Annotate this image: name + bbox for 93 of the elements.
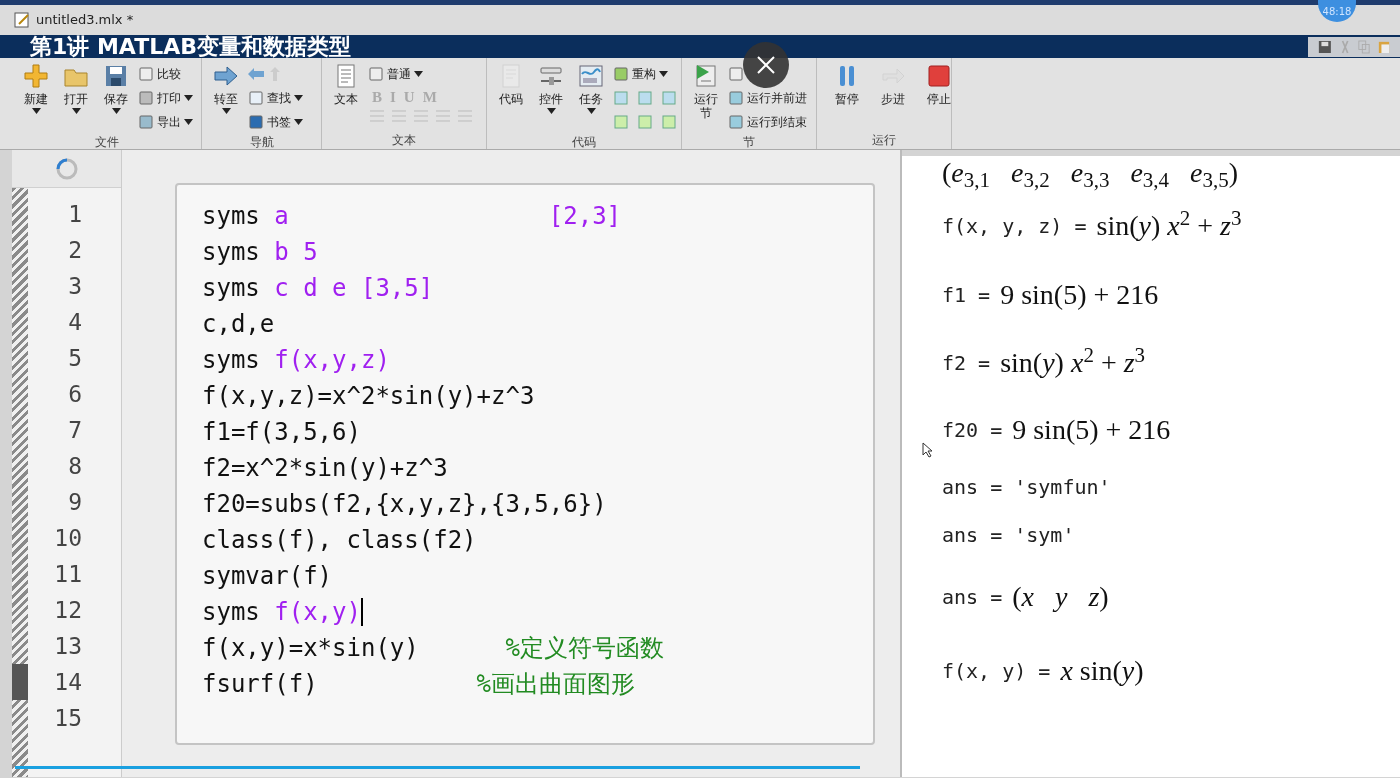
line-number: 5 <box>67 344 82 373</box>
caret-icon <box>71 108 81 114</box>
caret-icon <box>294 119 303 125</box>
toolstrip-small-button[interactable]: 普通 <box>368 62 478 86</box>
caret-icon <box>546 108 556 114</box>
toolstrip-button[interactable]: 任务 <box>573 58 609 134</box>
caret-icon <box>184 119 193 125</box>
toolstrip-small-button[interactable]: 运行并前进 <box>728 86 807 110</box>
caret-icon <box>31 108 41 114</box>
toolstrip-small-button[interactable]: 打印 <box>138 86 193 110</box>
line-number: 4 <box>67 308 82 337</box>
toolstrip-small-button[interactable]: 书签 <box>248 110 303 134</box>
loading-spinner-icon <box>54 156 79 181</box>
line-number: 11 <box>53 560 82 589</box>
group-label: 节 <box>742 134 756 151</box>
code-line: f1=f(3,5,6) <box>202 417 361 448</box>
video-caption: 第1讲 MATLAB变量和数据类型 <box>30 35 351 58</box>
line-number: 7 <box>67 416 82 445</box>
code-line: fsurf(f) %画出曲面图形 <box>202 669 635 700</box>
code-line: f2=x^2*sin(y)+z^3 <box>202 453 448 484</box>
math-result: sin(y) x$^{2}$ + z$^{3}$ <box>1000 342 1146 380</box>
caret-icon <box>414 71 423 77</box>
toolstrip-button[interactable]: 控件 <box>533 58 569 134</box>
code-line: symvar(f) <box>202 561 333 592</box>
caret-icon <box>294 95 303 101</box>
line-number: 6 <box>67 380 82 409</box>
code-line: syms f(x,y) <box>202 597 361 628</box>
toolstrip-button[interactable]: 新建 <box>18 58 54 134</box>
caret-icon <box>184 95 193 101</box>
line-number: 1 <box>67 200 82 229</box>
group-label: 运行 <box>871 132 897 149</box>
toolstrip-small-button[interactable]: 重构 <box>613 62 677 86</box>
toolstrip-button[interactable]: 转至 <box>208 58 244 134</box>
toolstrip-button[interactable]: 运行节 <box>688 58 724 134</box>
line-number: 14 <box>53 668 82 697</box>
toolstrip-button[interactable]: 保存 <box>98 58 134 134</box>
back-arrow-icon[interactable] <box>248 68 264 80</box>
line-number: 10 <box>53 524 82 553</box>
output-label: ans = 'sym' <box>942 522 1075 549</box>
toolstrip-small-button[interactable]: 导出 <box>138 110 193 134</box>
code-line: f(x,y)=x*sin(y) %定义符号函数 <box>202 633 664 664</box>
code-line: f(x,y,z)=x^2*sin(y)+z^3 <box>202 381 535 412</box>
cut-icon[interactable] <box>1339 38 1350 55</box>
group-label: 代码 <box>571 134 597 151</box>
code-line: c,d,e <box>202 309 275 340</box>
line-number: 2 <box>67 236 82 265</box>
code-line: syms f(x,y,z) <box>202 345 390 376</box>
output-label: ans = 'symfun' <box>942 474 1111 501</box>
line-number: 15 <box>53 704 82 733</box>
math-result: sin(y) x$^{2}$ + z$^{3}$ <box>1096 205 1242 243</box>
toolstrip-small-button[interactable]: 比较 <box>138 62 193 86</box>
line-number: 9 <box>67 488 82 517</box>
output-label: f20 = <box>942 417 1003 444</box>
caret-icon <box>586 108 596 114</box>
toolstrip-small-button[interactable]: 运行到结束 <box>728 110 807 134</box>
code-line: syms a [2,3] <box>202 201 622 232</box>
line-number: 8 <box>67 452 82 481</box>
output-label: f(x, y, z) = <box>942 213 1087 240</box>
caret-icon <box>221 108 231 114</box>
window-title: untitled3.mlx * <box>36 11 134 30</box>
output-label: f(x, y) = <box>942 658 1051 685</box>
code-line: syms c d e [3,5] <box>202 273 434 304</box>
toolstrip-button[interactable]: 停止 <box>921 58 957 132</box>
math-result: (e$_{3,1}$ e$_{3,2}$ e$_{3,3}$ e$_{3,4}$ e$_{3,5}$) <box>942 156 1239 194</box>
caret-icon <box>659 71 668 77</box>
line-number: 3 <box>67 272 82 301</box>
output-label: ans = <box>942 584 1003 611</box>
group-label: 导航 <box>248 134 275 151</box>
line-number: 12 <box>53 596 82 625</box>
wave-chart-icon <box>577 62 605 90</box>
line-number: 13 <box>53 632 82 661</box>
math-result: (x y z) <box>1012 580 1109 614</box>
caret-icon <box>111 108 121 114</box>
math-result: x sin(y) <box>1060 654 1144 688</box>
close-icon <box>756 55 776 75</box>
math-result: 9 sin(5) + 216 <box>1012 413 1171 447</box>
mouse-pointer-icon <box>922 442 932 458</box>
toolstrip-small-button[interactable]: 查找 <box>248 86 303 110</box>
output-label: f1 = <box>942 282 991 309</box>
code-line: f20=subs(f2,{x,y,z},{3,5,6}) <box>202 489 607 520</box>
plus-icon <box>22 62 50 90</box>
toolstrip-button[interactable]: 打开 <box>58 58 94 134</box>
code-line: class(f), class(f2) <box>202 525 477 556</box>
toolstrip-button[interactable]: 暂停 <box>829 58 865 132</box>
output-label: f2 = <box>942 350 991 377</box>
toolstrip-button[interactable]: 文本 <box>328 58 364 132</box>
stop-icon <box>925 62 953 90</box>
group-label: 文本 <box>391 132 417 149</box>
document-edit-icon <box>14 12 30 28</box>
group-label: 文件 <box>93 134 120 151</box>
code-line: syms b 5 <box>202 237 318 268</box>
copy-icon[interactable] <box>1358 38 1370 55</box>
math-result: 9 sin(5) + 216 <box>1000 278 1159 312</box>
